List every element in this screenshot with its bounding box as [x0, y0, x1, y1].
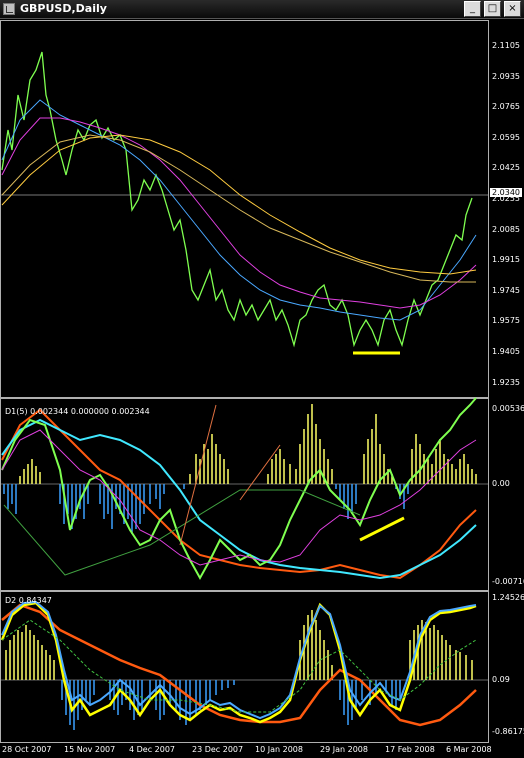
indicator1-green-line [1, 397, 477, 581]
price-axis-tick-label: 2.0935 [492, 71, 520, 81]
indicator1-magenta-line [1, 429, 477, 566]
ma-fast-line [1, 99, 477, 321]
date-tick-label: 17 Feb 2008 [385, 745, 435, 754]
current-price-box: 2.0340 [490, 188, 522, 197]
indicator2-yellow-line [0, 601, 477, 724]
indicator1-divergence-line [179, 404, 217, 546]
indicator1-tick-label: 0.00 [492, 479, 510, 488]
indicator1-divergence-marker [359, 516, 405, 542]
date-tick-label: 6 Mar 2008 [446, 745, 492, 754]
indicator1-tick-label: 0.00536 [492, 404, 524, 413]
price-axis-tick-label: 1.9405 [492, 347, 520, 356]
price-axis-tick-label: 1.9235 [492, 377, 520, 387]
indicator2-tick-label: 0.09 [492, 675, 510, 684]
chart-drawing [0, 51, 488, 730]
price-axis-tick-label: 1.9915 [492, 255, 520, 265]
indicator1-trend-line [3, 489, 361, 576]
price-line [1, 51, 473, 348]
indicator1-tick-label: -0.00716 [492, 577, 524, 586]
indicator1-label: D1(5) 0.002344 0.000000 0.002344 [5, 407, 150, 416]
price-axis-tick-label: 2.0765 [492, 102, 520, 112]
date-tick-label: 10 Jan 2008 [255, 745, 303, 754]
price-axis-tick-label: 1.9575 [492, 316, 520, 326]
ma-slowest-line [1, 134, 476, 283]
price-axis-tick-label: 2.1105 [492, 41, 520, 50]
date-tick-label: 29 Jan 2008 [320, 745, 368, 754]
indicator2-tick-label: -0.86175 [492, 727, 524, 736]
indicator1-orange-line [1, 408, 477, 580]
date-tick-label: 15 Nov 2007 [64, 745, 116, 754]
indicator2-tick-label: 1.24526 [492, 593, 524, 602]
indicator2-blue-line [1, 600, 477, 720]
date-tick-label: 28 Oct 2007 [2, 745, 52, 754]
price-axis-tick-label: 2.0425 [492, 163, 520, 173]
price-axis-tick-label: 1.9745 [492, 285, 520, 295]
date-tick-label: 4 Dec 2007 [129, 745, 176, 754]
indicator1-divergence-line [239, 444, 281, 501]
price-axis-tick-label: 2.0595 [492, 132, 520, 142]
indicator2-label: D2 0.84347 [5, 596, 52, 605]
date-tick-label: 23 Dec 2007 [192, 745, 244, 754]
price-axis-tick-label: 2.0085 [492, 224, 520, 234]
